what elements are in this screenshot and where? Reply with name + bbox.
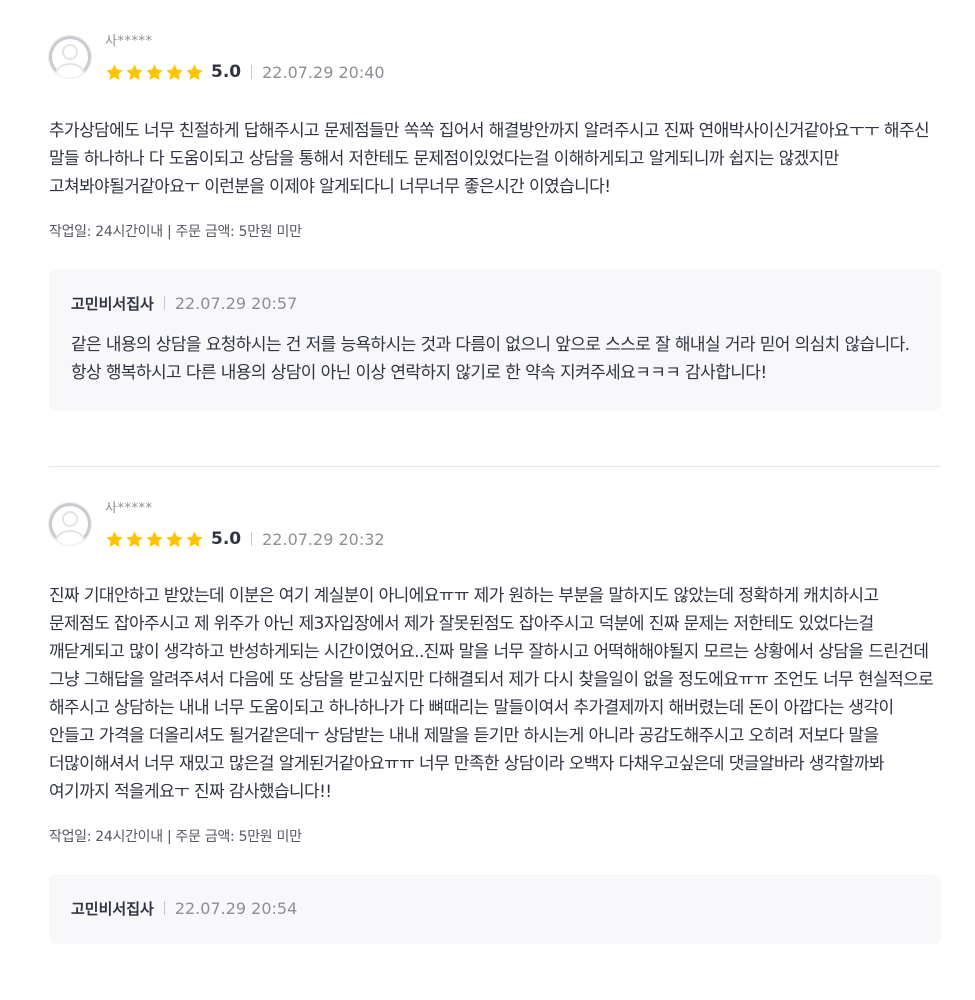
divider-bar — [163, 296, 165, 310]
divider-bar — [251, 65, 253, 79]
star-icon — [166, 530, 183, 547]
reviewer-name: 사***** — [105, 34, 153, 49]
star-icon — [166, 63, 183, 80]
review-meta: 작업일: 24시간이내 | 주문 금액: 5만원 미만 — [49, 224, 302, 240]
user-avatar-icon — [49, 503, 91, 545]
star-icon — [106, 63, 123, 80]
user-avatar-icon — [49, 36, 91, 78]
reviewer-name: 사***** — [105, 501, 153, 516]
seller-reply: 고민비서집사 22.07.29 20:54 — [49, 874, 941, 944]
reply-author: 고민비서집사 — [71, 899, 154, 918]
star-icon — [146, 63, 163, 80]
review-date: 22.07.29 20:32 — [262, 529, 385, 549]
rating-row: 5.0 22.07.29 20:32 — [105, 527, 385, 551]
reply-date: 22.07.29 20:57 — [174, 293, 298, 313]
star-icon — [126, 63, 143, 80]
reply-date: 22.07.29 20:54 — [174, 898, 298, 918]
rating-score: 5.0 — [211, 62, 242, 82]
reply-text: 같은 내용의 상담을 요청하시는 건 저를 능욕하시는 것과 다름이 없으니 앞… — [71, 335, 910, 383]
review-text: 추가상담에도 너무 친절하게 답해주시고 문제점들만 쏙쏙 집어서 해결방안까지… — [49, 121, 930, 197]
star-icon — [106, 530, 123, 547]
review-meta: 작업일: 24시간이내 | 주문 금액: 5만원 미만 — [49, 829, 302, 845]
reply-author: 고민비서집사 — [71, 294, 154, 313]
review-header: 사***** 5.0 22.07.29 20:32 — [49, 497, 941, 559]
reply-header: 고민비서집사 22.07.29 20:54 — [71, 896, 919, 920]
rating-row: 5.0 22.07.29 20:40 — [105, 60, 385, 84]
reply-header: 고민비서집사 22.07.29 20:57 — [71, 291, 919, 315]
star-rating — [105, 63, 204, 82]
star-icon — [126, 530, 143, 547]
review-header: 사***** 5.0 22.07.29 20:40 — [49, 30, 941, 92]
star-icon — [186, 63, 203, 80]
star-rating — [105, 530, 204, 549]
divider-bar — [251, 532, 253, 546]
review-item: 사***** 5.0 22.07.29 20:32 진짜 기대안하고 받았는데 … — [49, 467, 941, 944]
star-icon — [146, 530, 163, 547]
review-text: 진짜 기대안하고 받았는데 이분은 여기 계실분이 아니에요ㅠㅠ 제가 원하는 … — [49, 586, 934, 802]
review-list: 사***** 5.0 22.07.29 20:40 추가상담에도 너무 친절하게… — [49, 0, 941, 944]
divider-bar — [163, 901, 165, 915]
seller-reply: 고민비서집사 22.07.29 20:57 같은 내용의 상담을 요청하시는 건… — [49, 269, 941, 411]
rating-score: 5.0 — [211, 529, 242, 549]
review-item: 사***** 5.0 22.07.29 20:40 추가상담에도 너무 친절하게… — [49, 0, 941, 467]
review-date: 22.07.29 20:40 — [262, 62, 385, 82]
star-icon — [186, 530, 203, 547]
